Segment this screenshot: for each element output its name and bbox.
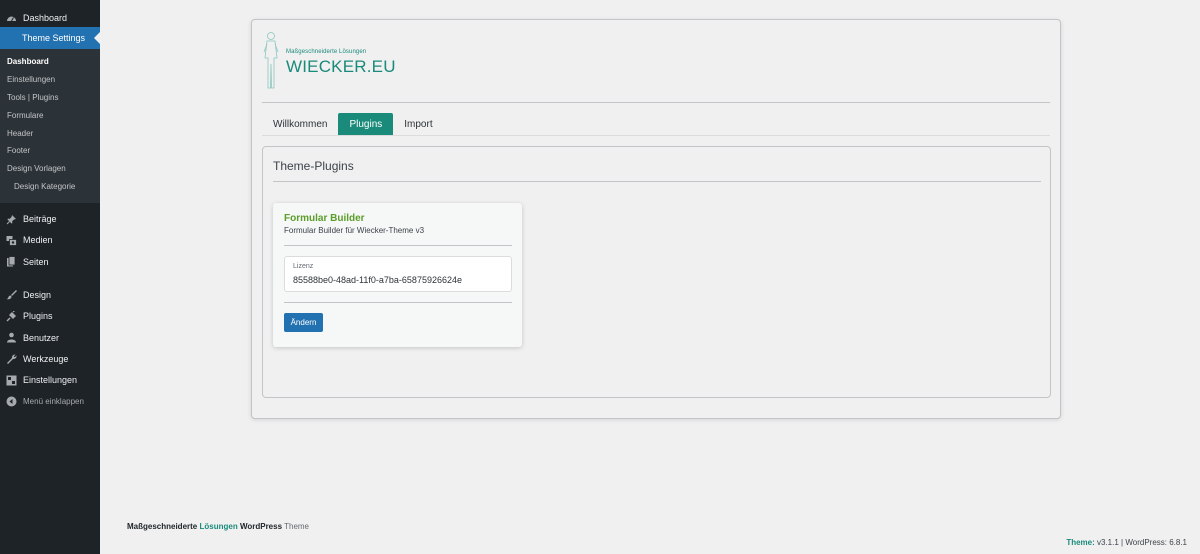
submenu-item-footer[interactable]: Footer xyxy=(0,142,100,160)
logo-figure-icon xyxy=(263,32,279,89)
sidebar-group-admin: Design Plugins Benutzer Werkzeuge Einste… xyxy=(0,284,100,412)
sidebar-group-content: Beiträge Medien Seiten xyxy=(0,208,100,272)
theme-plugins-panel: Theme-Plugins Formular Builder Formular … xyxy=(262,146,1051,398)
sidebar-item-theme-settings[interactable]: Theme Settings xyxy=(0,27,100,49)
sidebar-item-label: Werkzeuge xyxy=(23,353,69,364)
tab-willkommen[interactable]: Willkommen xyxy=(262,113,338,135)
sidebar-item-seiten[interactable]: Seiten xyxy=(0,251,100,272)
footer-separator: | xyxy=(1121,538,1124,547)
brush-icon xyxy=(6,289,17,300)
sidebar-item-werkzeuge[interactable]: Werkzeuge xyxy=(0,348,100,369)
submenu-item-dashboard[interactable]: Dashboard xyxy=(0,53,100,71)
user-icon xyxy=(6,332,17,343)
tab-import[interactable]: Import xyxy=(393,113,443,135)
submenu-item-einstellungen[interactable]: Einstellungen xyxy=(0,71,100,89)
panel-divider xyxy=(273,181,1041,182)
plugin-icon xyxy=(6,310,17,322)
sidebar-item-label: Dashboard xyxy=(23,13,68,23)
footer-text-4: Theme xyxy=(284,522,310,531)
sidebar-item-design[interactable]: Design xyxy=(0,284,100,305)
tab-plugins[interactable]: Plugins xyxy=(338,113,394,135)
sidebar-item-dashboard[interactable]: Dashboard xyxy=(0,8,100,28)
sidebar-item-label: Beiträge xyxy=(23,214,57,225)
sidebar-item-einstellungen[interactable]: Einstellungen xyxy=(0,369,100,390)
footer-text-3: WordPress xyxy=(239,522,283,531)
footer-version: Theme: v3.1.1 | WordPress: 6.8.1 xyxy=(1066,538,1187,547)
license-field[interactable]: Lizenz 85588be0-48ad-11f0-a7ba-658759266… xyxy=(284,256,512,292)
sidebar-item-label: Medien xyxy=(23,235,53,246)
theme-settings-card: Maßgeschneiderte Lösungen WIECKER.EU Wil… xyxy=(251,19,1061,419)
site-logo: Maßgeschneiderte Lösungen WIECKER.EU xyxy=(262,28,395,90)
license-label: Lizenz xyxy=(293,263,314,270)
footer-credit: Maßgeschneiderte Lösungen WordPress Them… xyxy=(127,522,309,531)
sidebar-item-label: Plugins xyxy=(23,311,53,322)
footer-theme-label: Theme: xyxy=(1066,538,1095,547)
sidebar-item-label: Benutzer xyxy=(23,332,60,343)
footer-text-2[interactable]: Lösungen xyxy=(199,522,237,531)
submenu-item-tools-plugins[interactable]: Tools | Plugins xyxy=(0,89,100,107)
sidebar-item-benutzer[interactable]: Benutzer xyxy=(0,327,100,348)
footer-wp-version: WordPress: 6.8.1 xyxy=(1125,538,1187,547)
media-icon xyxy=(6,235,17,246)
license-value[interactable]: 85588be0-48ad-11f0-a7ba-65875926624e xyxy=(293,275,462,285)
submenu-item-design-kategorie[interactable]: Design Kategorie xyxy=(0,178,100,196)
sidebar-item-label: Seiten xyxy=(23,256,49,267)
collapse-icon xyxy=(6,396,17,407)
sidebar-item-label: Menü einklappen xyxy=(23,396,84,406)
sidebar-item-label: Einstellungen xyxy=(23,375,78,386)
pin-icon xyxy=(6,214,17,225)
plugin-divider-top xyxy=(284,245,512,246)
header-divider xyxy=(262,102,1050,103)
sidebar-item-label: Design xyxy=(23,289,52,300)
footer-theme-version: v3.1.1 xyxy=(1097,538,1119,547)
sidebar-item-beitraege[interactable]: Beiträge xyxy=(0,208,100,229)
submenu-item-formulare[interactable]: Formulare xyxy=(0,106,100,124)
theme-settings-submenu: Dashboard Einstellungen Tools | Plugins … xyxy=(0,49,100,204)
sidebar-item-plugins[interactable]: Plugins xyxy=(0,306,100,327)
pages-icon xyxy=(6,256,17,267)
logo-wordmark: WIECKER.EU xyxy=(286,57,396,76)
plugin-name: Formular Builder xyxy=(284,213,365,224)
sidebar-item-label: Theme Settings xyxy=(22,33,86,43)
panel-title: Theme-Plugins xyxy=(273,159,354,173)
submenu-item-header[interactable]: Header xyxy=(0,124,100,142)
submenu-item-design-vorlagen[interactable]: Design Vorlagen xyxy=(0,160,100,178)
logo-tagline: Maßgeschneiderte Lösungen xyxy=(286,49,367,55)
collapse-menu-button[interactable]: Menü einklappen xyxy=(0,391,100,412)
plugin-divider-bottom xyxy=(284,302,512,303)
footer-text-1: Maßgeschneiderte xyxy=(127,522,198,531)
admin-sidebar: Dashboard Theme Settings Dashboard Einst… xyxy=(0,0,100,554)
settings-icon xyxy=(6,375,17,386)
dashboard-icon xyxy=(6,13,17,24)
plugin-description: Formular Builder für Wiecker-Theme v3 xyxy=(284,226,425,235)
plugin-card: Formular Builder Formular Builder für Wi… xyxy=(273,203,522,347)
sidebar-item-medien[interactable]: Medien xyxy=(0,230,100,251)
settings-tabs: Willkommen Plugins Import xyxy=(262,113,1050,136)
wrench-icon xyxy=(6,353,17,365)
current-menu-arrow xyxy=(94,32,100,44)
change-license-button[interactable]: Ändern xyxy=(284,313,323,332)
